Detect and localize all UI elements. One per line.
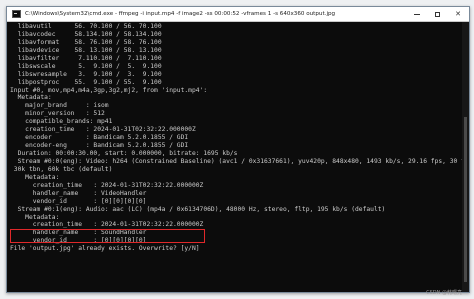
console-line: minor_version : 512 [10,110,105,118]
console-line: vendor_id : [0][0][0][0] [10,237,147,245]
console-line: creation_time : 2024-01-31T02:32:22.0000… [10,221,204,229]
vertical-scrollbar[interactable] [462,22,469,292]
console-line: Input #0, mov,mp4,m4a,3gp,3g2,mj2, from … [10,86,208,94]
console-line: libswscale 5. 9.100 / 5. 9.100 [10,62,162,70]
console-line: libswresample 3. 9.100 / 3. 9.100 [10,70,162,78]
command-prompt-window[interactable]: C:\Windows\System32\cmd.exe - ffmpeg -i … [6,6,470,293]
scrollbar-thumb[interactable] [464,117,467,282]
cmd-icon [12,10,21,18]
close-icon: ✕ [455,10,461,18]
console-line: Metadata: [10,213,60,221]
window-title: C:\Windows\System32\cmd.exe - ffmpeg -i … [25,11,336,17]
maximize-button[interactable] [427,7,447,21]
close-button[interactable]: ✕ [447,7,469,21]
console-line: libpostproc 55. 9.100 / 55. 9.100 [10,78,162,86]
watermark: CSDN @韩曙亮 [426,290,462,296]
console-line: Duration: 00:00:30.00, start: 0.000000, … [10,150,238,157]
console-line: libavutil 56. 70.100 / 56. 70.100 [10,23,162,30]
console-line: handler_name : SoundHandler [10,229,147,237]
console-line: libavformat 58. 76.100 / 58. 76.100 [10,38,162,46]
console-output[interactable]: libavutil 56. 70.100 / 56. 70.100 libavc… [7,22,462,292]
window-controls: ✕ [407,7,469,21]
overwrite-prompt-line: File 'output.jpg' already exists. Overwr… [10,245,200,253]
console-line: vendor_id : [0][0][0][0] [10,197,147,205]
console-line: compatible_brands: mp41 [10,118,113,126]
console-line: major_brand : isom [10,102,109,110]
console-line: libavfilter 7.110.100 / 7.110.100 [10,54,162,62]
console-line: encoder : Bandicam 5.2.0.1855 / GDI [10,134,189,142]
maximize-icon [434,11,440,17]
title-bar[interactable]: C:\Windows\System32\cmd.exe - ffmpeg -i … [7,7,469,22]
console-line: libavcodec 58.134.100 / 58.134.100 [10,30,162,38]
console-line: creation_time : 2024-01-31T02:32:22.0000… [10,181,204,189]
minimize-icon [414,13,420,15]
console-line: handler_name : VideoHandler [10,189,147,197]
minimize-button[interactable] [407,7,427,21]
console-line: encoder-eng : Bandicam 5.2.0.1855 / GDI [10,142,189,150]
console-line: Stream #0:0(eng): Video: h264 (Constrain… [10,157,462,165]
console-line: Stream #0:1(eng): Audio: aac (LC) (mp4a … [10,205,386,213]
console-line: Metadata: [10,173,60,181]
console-line: 30k tbn, 60k tbc (default) [10,165,113,173]
console-line: creation_time : 2024-01-31T02:32:22.0000… [10,126,196,134]
console-line: Metadata: [10,94,52,102]
console-line: libavdevice 58. 13.100 / 58. 13.100 [10,46,162,54]
